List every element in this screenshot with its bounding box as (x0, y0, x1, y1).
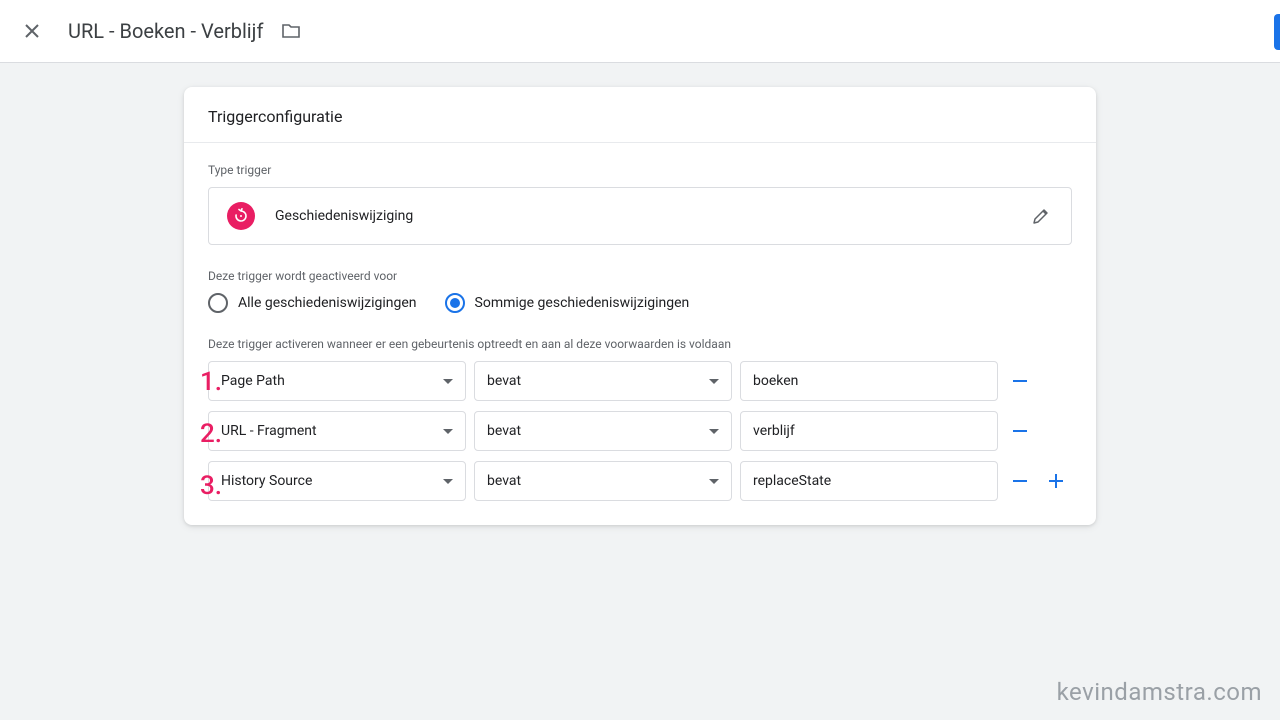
activation-label: Deze trigger wordt geactiveerd voor (208, 269, 1072, 283)
add-condition-button[interactable] (1042, 467, 1070, 495)
plus-icon (1049, 474, 1063, 488)
close-icon (24, 23, 40, 39)
dropdown-arrow-icon (709, 429, 719, 434)
remove-condition-button[interactable] (1006, 417, 1034, 445)
save-button-edge[interactable] (1274, 14, 1280, 50)
condition-row-1: Page Path bevat (208, 361, 1072, 401)
radio-all-history-changes[interactable]: Alle geschiedeniswijzigingen (208, 293, 417, 313)
history-change-icon (227, 202, 255, 230)
condition-value-input[interactable] (740, 361, 998, 401)
radio-some-history-changes[interactable]: Sommige geschiedeniswijzigingen (445, 293, 690, 313)
trigger-type-selector[interactable]: Geschiedeniswijziging (208, 187, 1072, 245)
condition-row-3: History Source bevat (208, 461, 1072, 501)
watermark: kevindamstra.com (1057, 678, 1262, 706)
dropdown-arrow-icon (443, 379, 453, 384)
condition-operator-select[interactable]: bevat (474, 461, 732, 501)
condition-operator-value: bevat (487, 473, 521, 489)
annotation-2: 2. (200, 419, 222, 449)
condition-operator-select[interactable]: bevat (474, 361, 732, 401)
condition-row-2: URL - Fragment bevat (208, 411, 1072, 451)
card-body: Type trigger Geschiedeniswijziging Deze … (184, 143, 1096, 525)
type-trigger-label: Type trigger (208, 163, 1072, 177)
radio-unselected-icon (208, 293, 228, 313)
folder-icon (281, 23, 301, 39)
annotation-1: 1. (200, 367, 222, 397)
annotation-3: 3. (200, 471, 222, 501)
top-bar: URL - Boeken - Verblijf (0, 0, 1280, 63)
condition-operator-value: bevat (487, 373, 521, 389)
condition-operator-value: bevat (487, 423, 521, 439)
folder-button[interactable] (279, 19, 303, 43)
pencil-icon (1032, 207, 1050, 225)
condition-variable-select[interactable]: History Source (208, 461, 466, 501)
close-button[interactable] (20, 19, 44, 43)
dropdown-arrow-icon (709, 379, 719, 384)
condition-variable-select[interactable]: Page Path (208, 361, 466, 401)
trigger-type-content: Geschiedeniswijziging (227, 202, 413, 230)
condition-operator-select[interactable]: bevat (474, 411, 732, 451)
condition-variable-value: Page Path (221, 373, 285, 389)
trigger-config-card: Triggerconfiguratie Type trigger Geschie… (184, 87, 1096, 525)
minus-icon (1013, 380, 1027, 382)
condition-value-input[interactable] (740, 411, 998, 451)
dropdown-arrow-icon (443, 479, 453, 484)
condition-value-input[interactable] (740, 461, 998, 501)
page-title: URL - Boeken - Verblijf (68, 19, 263, 43)
edit-trigger-type-button[interactable] (1029, 204, 1053, 228)
condition-variable-value: URL - Fragment (221, 423, 317, 439)
remove-condition-button[interactable] (1006, 467, 1034, 495)
radio-all-label: Alle geschiedeniswijzigingen (238, 295, 417, 311)
minus-icon (1013, 430, 1027, 432)
conditions-list: Page Path bevat URL - Fragment (208, 361, 1072, 501)
card-title: Triggerconfiguratie (184, 87, 1096, 142)
conditions-label: Deze trigger activeren wanneer er een ge… (208, 337, 1072, 351)
minus-icon (1013, 480, 1027, 482)
radio-some-label: Sommige geschiedeniswijzigingen (475, 295, 690, 311)
remove-condition-button[interactable] (1006, 367, 1034, 395)
trigger-type-name: Geschiedeniswijziging (275, 208, 413, 224)
condition-variable-value: History Source (221, 473, 312, 489)
condition-variable-select[interactable]: URL - Fragment (208, 411, 466, 451)
annotation-numbers: 1. 2. 3. (200, 367, 222, 501)
dropdown-arrow-icon (709, 479, 719, 484)
dropdown-arrow-icon (443, 429, 453, 434)
radio-selected-icon (445, 293, 465, 313)
content-area: 1. 2. 3. Triggerconfiguratie Type trigge… (0, 63, 1280, 525)
activation-radio-group: Alle geschiedeniswijzigingen Sommige ges… (208, 293, 1072, 313)
